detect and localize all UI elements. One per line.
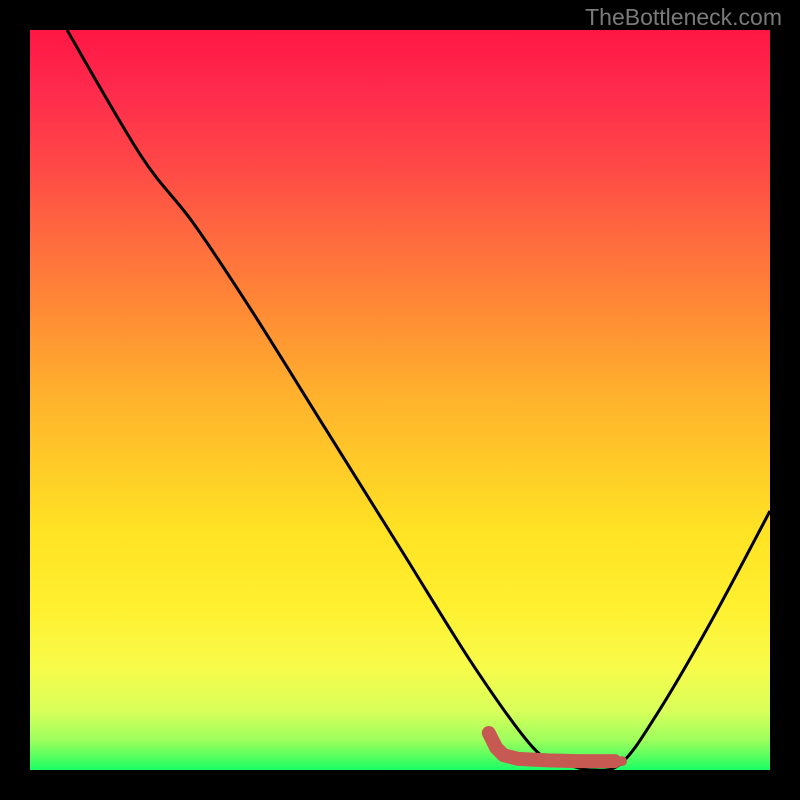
gradient-background: [30, 30, 770, 770]
chart-container: TheBottleneck.com: [0, 0, 800, 800]
watermark-text: TheBottleneck.com: [585, 4, 782, 31]
chart-svg: [30, 30, 770, 770]
plot-area: [30, 30, 770, 770]
